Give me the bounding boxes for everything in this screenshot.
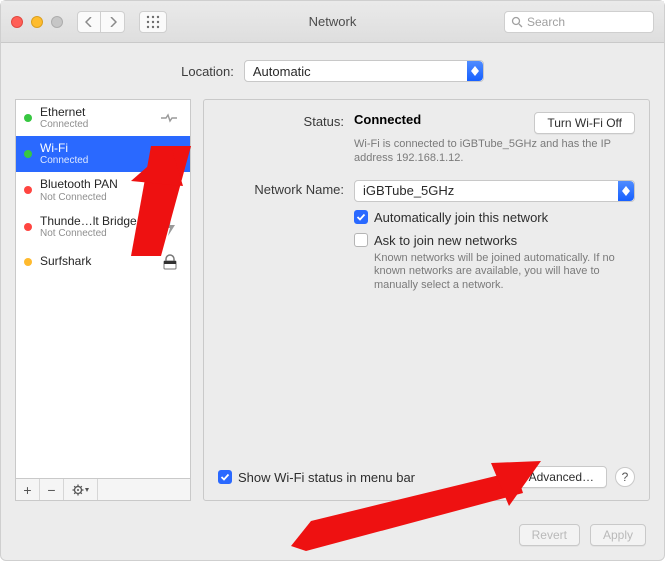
- sidebar-item-status: Not Connected: [40, 192, 150, 203]
- ask-to-join-label: Ask to join new networks: [374, 233, 517, 248]
- status-dot-icon: [24, 114, 32, 122]
- status-value: Connected: [354, 112, 421, 127]
- thunderbolt-icon: [158, 216, 182, 238]
- status-subtext: Wi-Fi is connected to iGBTube_5GHz and h…: [354, 138, 635, 166]
- system-preferences-network-window: Network Search Location: Automatic Ether…: [0, 0, 665, 561]
- network-name-popup[interactable]: iGBTube_5GHz: [354, 180, 635, 202]
- status-dot-icon: [24, 150, 32, 158]
- status-label: Status:: [218, 112, 344, 166]
- close-window-button[interactable]: [11, 16, 23, 28]
- show-all-preferences-button[interactable]: [139, 11, 167, 33]
- add-service-button[interactable]: +: [16, 479, 40, 500]
- gear-icon: [72, 484, 90, 496]
- window-footer: Revert Apply: [519, 524, 646, 546]
- forward-button[interactable]: [101, 11, 125, 33]
- status-dot-icon: [24, 258, 32, 266]
- service-list-footer: + −: [15, 479, 191, 501]
- network-name-label: Network Name:: [218, 180, 344, 202]
- ethernet-icon: [158, 107, 182, 129]
- service-list-scroll[interactable]: Ethernet Connected Wi-Fi Connected: [15, 99, 191, 479]
- status-dot-icon: [24, 223, 32, 231]
- titlebar: Network Search: [1, 1, 664, 43]
- auto-join-checkbox[interactable]: Automatically join this network: [354, 210, 635, 225]
- sidebar-item-label: Wi-Fi: [40, 142, 150, 155]
- sidebar-item-label: Bluetooth PAN: [40, 178, 150, 191]
- location-value: Automatic: [253, 64, 311, 79]
- zoom-window-button: [51, 16, 63, 28]
- popup-arrows-icon: [618, 181, 634, 201]
- search-icon: [511, 16, 523, 28]
- checkbox-checked-icon: [354, 210, 368, 224]
- sidebar-item-thunderbolt-bridge[interactable]: Thunde…lt Bridge Not Connected: [16, 209, 190, 245]
- sidebar-item-label: Surfshark: [40, 255, 150, 268]
- popup-arrows-icon: [467, 61, 483, 81]
- service-list: Ethernet Connected Wi-Fi Connected: [15, 99, 191, 501]
- status-dot-icon: [24, 186, 32, 194]
- service-actions-menu[interactable]: [64, 479, 98, 500]
- sidebar-item-status: Not Connected: [40, 228, 150, 239]
- bluetooth-icon: [158, 179, 182, 201]
- back-forward-group: [77, 11, 125, 33]
- location-row: Location: Automatic: [1, 43, 664, 99]
- auto-join-label: Automatically join this network: [374, 210, 548, 225]
- ask-to-join-subtext: Known networks will be joined automatica…: [374, 252, 634, 293]
- minimize-window-button[interactable]: [31, 16, 43, 28]
- wifi-icon: [158, 143, 182, 165]
- detail-panel: Status: Connected Turn Wi-Fi Off Wi-Fi i…: [203, 99, 650, 501]
- show-in-menubar-checkbox[interactable]: Show Wi-Fi status in menu bar: [218, 470, 415, 485]
- sidebar-item-wifi[interactable]: Wi-Fi Connected: [16, 136, 190, 172]
- sidebar-item-bluetooth-pan[interactable]: Bluetooth PAN Not Connected: [16, 172, 190, 208]
- show-in-menubar-label: Show Wi-Fi status in menu bar: [238, 470, 415, 485]
- remove-service-button[interactable]: −: [40, 479, 64, 500]
- ask-to-join-checkbox[interactable]: Ask to join new networks: [354, 233, 635, 248]
- turn-wifi-off-button[interactable]: Turn Wi-Fi Off: [534, 112, 635, 134]
- back-button[interactable]: [77, 11, 101, 33]
- checkbox-checked-icon: [218, 470, 232, 484]
- advanced-button[interactable]: Advanced…: [516, 466, 607, 488]
- search-placeholder: Search: [527, 15, 565, 29]
- sidebar-item-label: Thunde…lt Bridge: [40, 215, 150, 228]
- main-content: Ethernet Connected Wi-Fi Connected: [1, 99, 664, 515]
- apply-button[interactable]: Apply: [590, 524, 646, 546]
- window-controls: [11, 16, 63, 28]
- checkbox-unchecked-icon: [354, 233, 368, 247]
- sidebar-item-label: Ethernet: [40, 106, 150, 119]
- location-popup[interactable]: Automatic: [244, 60, 484, 82]
- network-name-value: iGBTube_5GHz: [363, 183, 454, 198]
- lock-icon: [158, 251, 182, 273]
- sidebar-item-status: Connected: [40, 119, 150, 130]
- help-button[interactable]: ?: [615, 467, 635, 487]
- sidebar-item-surfshark[interactable]: Surfshark: [16, 245, 190, 279]
- location-label: Location:: [181, 64, 234, 79]
- sidebar-item-status: Connected: [40, 155, 150, 166]
- sidebar-item-ethernet[interactable]: Ethernet Connected: [16, 100, 190, 136]
- revert-button[interactable]: Revert: [519, 524, 580, 546]
- search-field[interactable]: Search: [504, 11, 654, 33]
